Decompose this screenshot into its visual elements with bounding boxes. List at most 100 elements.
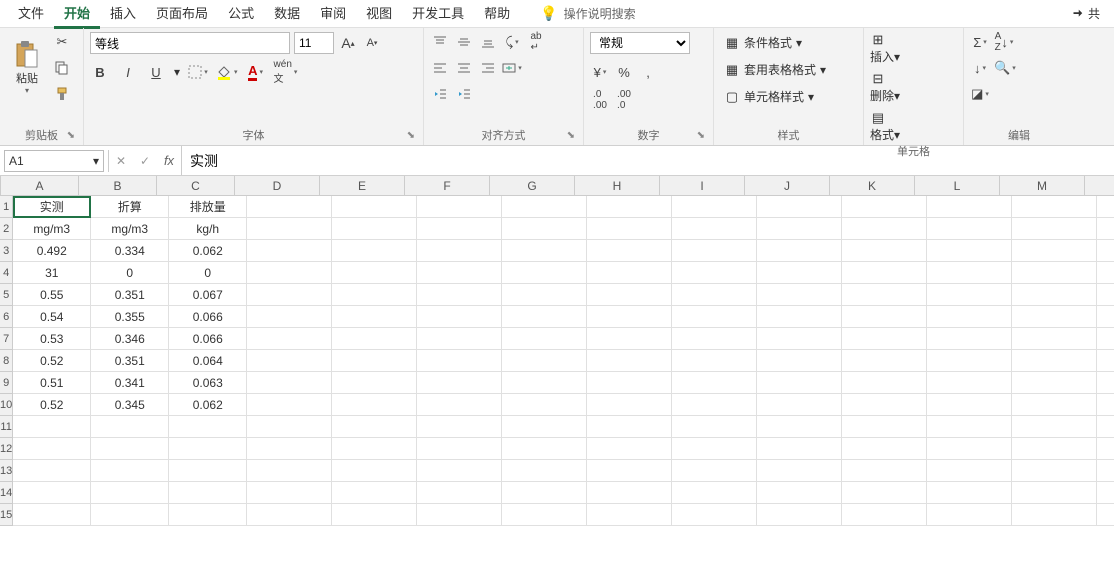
align-middle-button[interactable] (454, 32, 474, 52)
row-header[interactable]: 9 (0, 372, 13, 394)
cell[interactable] (417, 240, 502, 262)
cell[interactable] (927, 306, 1012, 328)
copy-button[interactable] (52, 58, 72, 78)
cell[interactable]: 0.341 (91, 372, 169, 394)
col-header-G[interactable]: G (490, 176, 575, 195)
cell[interactable]: 0.062 (169, 394, 247, 416)
cell[interactable] (91, 482, 169, 504)
cell[interactable] (1012, 416, 1097, 438)
cell[interactable] (247, 218, 332, 240)
cell[interactable]: 折算 (91, 196, 169, 218)
row-header[interactable]: 3 (0, 240, 13, 262)
cell[interactable] (587, 504, 672, 526)
cell[interactable] (1012, 218, 1097, 240)
cell[interactable] (417, 284, 502, 306)
cell[interactable] (1097, 504, 1114, 526)
cell[interactable] (1097, 372, 1114, 394)
cell[interactable] (842, 504, 927, 526)
cell[interactable] (247, 262, 332, 284)
cell[interactable] (502, 438, 587, 460)
cell[interactable]: 0.53 (13, 328, 91, 350)
cell[interactable] (13, 438, 91, 460)
cell[interactable] (672, 240, 757, 262)
cell[interactable] (1097, 262, 1114, 284)
cell[interactable] (1097, 460, 1114, 482)
cell[interactable] (247, 284, 332, 306)
cell[interactable] (169, 482, 247, 504)
cell[interactable] (757, 284, 842, 306)
cell[interactable] (1012, 394, 1097, 416)
cell[interactable] (1097, 306, 1114, 328)
cell[interactable] (587, 262, 672, 284)
cell[interactable] (587, 240, 672, 262)
cell[interactable] (332, 350, 417, 372)
cell[interactable]: 0.355 (91, 306, 169, 328)
cell[interactable]: 0.351 (91, 350, 169, 372)
cell[interactable] (672, 504, 757, 526)
col-header-J[interactable]: J (745, 176, 830, 195)
cell[interactable] (1012, 196, 1097, 218)
menu-视图[interactable]: 视图 (356, 0, 402, 29)
borders-button[interactable]: ▾ (188, 62, 208, 82)
cell[interactable] (332, 240, 417, 262)
cell[interactable] (842, 438, 927, 460)
menu-开始[interactable]: 开始 (54, 0, 100, 29)
cell[interactable] (13, 460, 91, 482)
cell[interactable] (169, 438, 247, 460)
cell[interactable] (842, 196, 927, 218)
cell[interactable] (247, 372, 332, 394)
conditional-format-button[interactable]: ▦条件格式▾ (720, 32, 806, 53)
cell[interactable] (1012, 438, 1097, 460)
cell[interactable] (417, 416, 502, 438)
cell[interactable] (332, 196, 417, 218)
cell[interactable] (757, 306, 842, 328)
cell[interactable] (332, 306, 417, 328)
cell[interactable] (332, 460, 417, 482)
decrease-font-button[interactable]: A▾ (362, 33, 382, 53)
cell[interactable] (927, 504, 1012, 526)
cell[interactable] (927, 240, 1012, 262)
cell[interactable] (1097, 328, 1114, 350)
cell[interactable] (91, 416, 169, 438)
cell[interactable] (332, 372, 417, 394)
col-header-A[interactable]: A (1, 176, 79, 195)
cell[interactable] (1012, 460, 1097, 482)
cell[interactable] (587, 350, 672, 372)
cell[interactable] (332, 328, 417, 350)
cell[interactable] (927, 284, 1012, 306)
cell[interactable] (672, 372, 757, 394)
font-size-select[interactable] (294, 32, 334, 54)
autosum-button[interactable]: Σ▾ (970, 32, 990, 52)
cell[interactable] (757, 196, 842, 218)
clear-button[interactable]: ◪▾ (970, 84, 990, 104)
cell[interactable] (417, 262, 502, 284)
row-header[interactable]: 15 (0, 504, 13, 526)
row-header[interactable]: 11 (0, 416, 13, 438)
cell[interactable] (842, 394, 927, 416)
menu-页面布局[interactable]: 页面布局 (146, 0, 218, 29)
cell[interactable]: 0.345 (91, 394, 169, 416)
menu-文件[interactable]: 文件 (8, 0, 54, 29)
cell[interactable] (1012, 262, 1097, 284)
cell[interactable] (502, 196, 587, 218)
cell[interactable] (417, 482, 502, 504)
cell[interactable]: 0.066 (169, 306, 247, 328)
menu-插入[interactable]: 插入 (100, 0, 146, 29)
cell[interactable] (757, 394, 842, 416)
cell[interactable] (502, 306, 587, 328)
cell[interactable] (1097, 416, 1114, 438)
col-header-H[interactable]: H (575, 176, 660, 195)
accounting-format-button[interactable]: ¥▾ (590, 62, 610, 82)
cells-area[interactable]: 实测折算排放量mg/m3mg/m3kg/h0.4920.3340.0623100… (13, 196, 1114, 526)
cell[interactable] (672, 306, 757, 328)
cell[interactable] (1012, 350, 1097, 372)
cell[interactable] (417, 306, 502, 328)
tell-me-search[interactable]: 💡 操作说明搜索 (540, 5, 635, 22)
cell[interactable] (672, 394, 757, 416)
cell[interactable] (1097, 284, 1114, 306)
cell[interactable]: mg/m3 (91, 218, 169, 240)
cell[interactable] (672, 328, 757, 350)
cell[interactable] (927, 482, 1012, 504)
cell[interactable] (587, 416, 672, 438)
cell[interactable] (247, 350, 332, 372)
